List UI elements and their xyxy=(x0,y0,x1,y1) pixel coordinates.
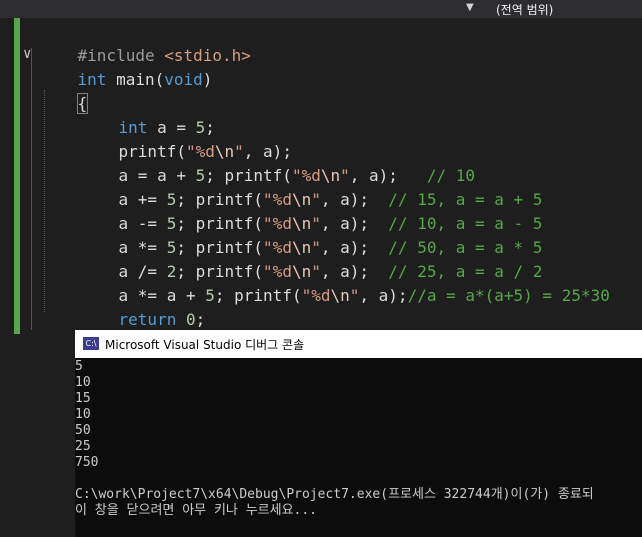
scope-dropdown[interactable]: (전역 범위) xyxy=(496,1,553,18)
code-line-7: a += 5; printf("%d\n", a); // 15, a = a … xyxy=(118,190,543,209)
code-line-13: } xyxy=(39,308,89,354)
output-line: 15 xyxy=(75,391,91,406)
debug-console-window[interactable]: C:\ Microsoft Visual Studio 디버그 콘솔 5 10 … xyxy=(75,330,642,537)
collapse-chevron-icon[interactable]: ∨ xyxy=(23,42,31,66)
code-line-8: a -= 5; printf("%d\n", a); // 10, a = a … xyxy=(118,214,543,233)
console-output: 5 10 15 10 50 25 750 C:\work\Project7\x6… xyxy=(75,359,642,519)
console-app-icon: C:\ xyxy=(83,337,99,350)
code-line-10: a /= 2; printf("%d\n", a); // 25, a = a … xyxy=(118,262,543,281)
fold-guide-line xyxy=(31,48,32,330)
code-line-4: int a = 5; xyxy=(118,118,215,137)
code-line-9: a *= 5; printf("%d\n", a); // 50, a = a … xyxy=(118,238,543,257)
output-line: 25 xyxy=(75,439,91,454)
code-line-1: #include <stdio.h> xyxy=(77,46,251,65)
output-line: C:\work\Project7\x64\Debug\Project7.exe(… xyxy=(75,487,594,502)
output-line: 10 xyxy=(75,407,91,422)
code-line-5: printf("%d\n", a); xyxy=(118,142,292,161)
code-line-3: { xyxy=(76,93,89,114)
code-editor[interactable]: ∨ #include <stdio.h> int main(void) { in… xyxy=(0,18,642,354)
code-line-11: a *= a + 5; printf("%d\n", a);//a = a*(a… xyxy=(118,286,610,305)
code-line-6: a = a + 5; printf("%d\n", a); // 10 xyxy=(118,166,475,185)
output-line: 10 xyxy=(75,375,91,390)
output-line: 이 창을 닫으려면 아무 키나 누르세요... xyxy=(75,503,318,518)
code-line-2: int main(void) xyxy=(77,70,213,89)
output-line: 50 xyxy=(75,423,91,438)
output-line: 750 xyxy=(75,455,99,470)
dropdown-arrow-icon[interactable]: ▼ xyxy=(466,2,474,13)
output-line: 5 xyxy=(75,359,83,374)
navigation-bar: ▼ (전역 범위) xyxy=(0,0,642,18)
code-line-12: return 0; xyxy=(118,310,206,329)
console-title-bar[interactable]: C:\ Microsoft Visual Studio 디버그 콘솔 xyxy=(75,330,642,358)
console-title: Microsoft Visual Studio 디버그 콘솔 xyxy=(105,338,305,352)
change-indicator-bar xyxy=(14,18,20,334)
